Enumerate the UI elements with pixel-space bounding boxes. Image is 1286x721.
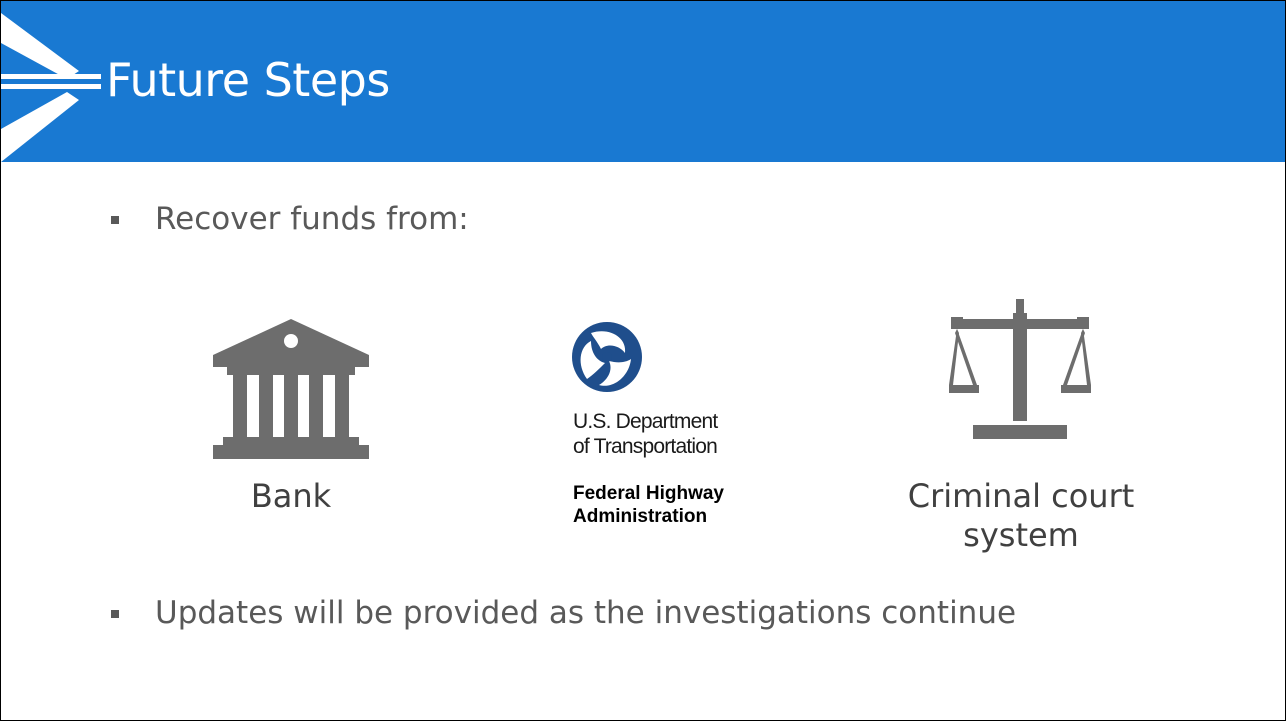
usdot-logo-icon (572, 322, 642, 392)
fhwa-text: Federal Highway Administration (573, 483, 724, 529)
bank-caption: Bank (250, 477, 332, 515)
usdot-department-line: U.S. Department (573, 410, 718, 433)
fhwa-line: Administration (573, 505, 708, 527)
bullet-updates: Updates will be provided as the investig… (111, 595, 1016, 632)
usdot-department-line: of Transportation (573, 435, 718, 459)
bullet-text: Recover funds from: (155, 201, 469, 237)
bullet-marker (111, 609, 119, 618)
usdot-department-text: U.S. Department of Transportation (573, 409, 718, 459)
bank-building-icon (213, 319, 369, 459)
bullet-text: Updates will be provided as the investig… (155, 595, 1017, 631)
fhwa-line: Federal Highway (573, 483, 724, 504)
arrow-logo-icon (1, 13, 101, 162)
bullet-recover-funds: Recover funds from: (111, 201, 469, 238)
caption-line: Criminal court (907, 477, 1135, 515)
caption-line: system (963, 516, 1079, 555)
scales-of-justice-icon (949, 299, 1091, 439)
criminal-court-caption: Criminal court system (881, 477, 1161, 555)
slide-title: Future Steps (106, 53, 390, 107)
slide: Future Steps Recover funds from: U.S. De… (0, 0, 1286, 721)
title-bar: Future Steps (1, 1, 1285, 162)
bullet-marker (111, 215, 119, 224)
